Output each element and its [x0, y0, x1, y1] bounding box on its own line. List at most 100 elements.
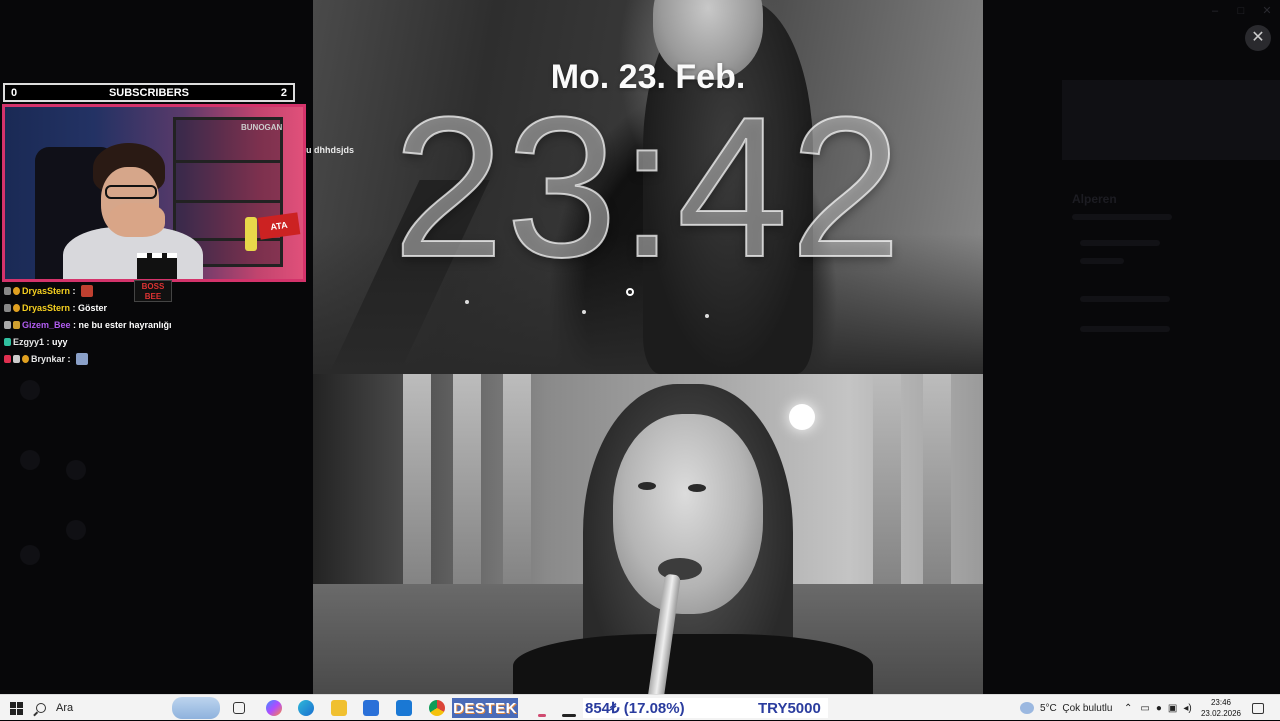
windows-logo-icon — [9, 701, 23, 715]
price-change: 854₺ (17.08%) — [585, 699, 685, 717]
dimmed-profile-name: Alperen — [1072, 192, 1117, 206]
photo-eye — [688, 484, 706, 492]
network-icon[interactable]: ▣ — [1168, 703, 1177, 714]
store-icon[interactable] — [363, 695, 379, 721]
dimmed-line — [1080, 296, 1170, 302]
emote-icon — [81, 285, 93, 297]
volume-icon[interactable]: ◂) — [1183, 703, 1191, 714]
price-target: TRY5000 — [758, 700, 821, 717]
dot-indicator — [705, 314, 709, 318]
maximize-icon[interactable]: □ — [1228, 0, 1254, 22]
streamer-glasses — [105, 185, 157, 199]
chat-text: uyy — [52, 337, 68, 347]
subscriber-goal-end: 2 — [281, 87, 287, 99]
badge-icon — [13, 287, 20, 295]
chat-username: DryasStern — [22, 303, 70, 313]
dimmed-avatar — [20, 450, 40, 470]
chat-separator: : — [44, 337, 52, 347]
chat-username: DryasStern — [22, 286, 70, 296]
copilot-icon[interactable] — [266, 695, 282, 721]
dimmed-avatar — [66, 460, 86, 480]
emote-icon — [76, 353, 88, 365]
badge-icon — [22, 355, 29, 363]
subscriber-goal-label: SUBSCRIBERS — [109, 87, 189, 99]
window-controls: – □ ✕ — [1202, 0, 1280, 22]
weather-temp: 5°C — [1040, 703, 1057, 714]
search-highlight-image[interactable] — [172, 695, 222, 721]
file-explorer-icon[interactable] — [331, 695, 347, 721]
badge-icon — [4, 355, 11, 363]
dimmed-avatar — [20, 545, 40, 565]
taskbar-clock[interactable]: 23:46 23.02.2026 — [1200, 695, 1242, 721]
badge-icon — [13, 304, 20, 312]
streamer-hands — [109, 203, 165, 237]
dimmed-avatar — [20, 380, 40, 400]
subscriber-goal-bar: 0 SUBSCRIBERS 2 — [3, 83, 295, 102]
dot-indicator — [465, 300, 469, 304]
battery-icon[interactable]: ▭ — [1140, 703, 1149, 714]
photo-eye — [638, 482, 656, 490]
minimize-icon[interactable]: – — [1202, 0, 1228, 22]
outlook-icon[interactable] — [396, 695, 412, 721]
task-view-icon[interactable] — [233, 695, 245, 721]
chat-username: Gizem_Bee — [22, 320, 71, 330]
red-app-icon[interactable] — [538, 695, 546, 721]
dimmed-line — [1080, 258, 1124, 264]
webcam-overlay: BUNOGAN ATA — [2, 104, 306, 282]
chat-separator: : — [70, 303, 78, 313]
close-button[interactable]: ✕ — [1245, 25, 1271, 51]
weather-desc: Çok bulutlu — [1062, 703, 1112, 714]
lockscreen-photo-bottom — [313, 374, 983, 694]
chat-message: DryasStern : Göster — [4, 299, 304, 316]
chat-username: Brynkar — [31, 354, 65, 364]
chat-text: ne bu ester hayranlığı — [79, 320, 172, 330]
badge-icon — [4, 321, 11, 329]
chat-message: Ezgyy1 : uyy — [4, 333, 304, 350]
badge-icon — [13, 321, 20, 329]
clapperboard-icon — [137, 253, 177, 279]
badge-icon — [4, 287, 11, 295]
search-icon — [36, 703, 46, 713]
subscriber-goal-start: 0 — [11, 87, 17, 99]
chat-message: Brynkar : — [4, 350, 304, 367]
photo-body — [513, 634, 873, 694]
system-tray: ⌃ ▭ ● ▣ ◂) — [1124, 695, 1192, 721]
arcade-column — [403, 374, 431, 604]
chat-separator: : — [71, 320, 79, 330]
taskbar-date: 23.02.2026 — [1201, 708, 1241, 719]
notification-icon[interactable] — [1252, 695, 1266, 721]
arcade-column — [453, 374, 481, 604]
badge-icon — [4, 304, 11, 312]
dimmed-line — [1080, 326, 1170, 332]
edge-icon[interactable] — [298, 695, 314, 721]
start-button[interactable] — [9, 695, 23, 721]
badge-icon — [13, 355, 20, 363]
chat-text: Göster — [78, 303, 107, 313]
search-label: Ara — [56, 702, 73, 714]
chevron-up-icon[interactable]: ⌃ — [1124, 703, 1132, 714]
arcade-column — [873, 374, 901, 604]
dot-indicator — [582, 310, 586, 314]
ata-sign: ATA — [258, 212, 301, 239]
dimmed-avatar — [66, 520, 86, 540]
taskbar-search[interactable]: Ara — [36, 695, 166, 721]
arcade-column — [503, 374, 531, 604]
chat-overlay: DryasStern : DryasStern : Göster Gizem_B… — [4, 282, 304, 367]
dark-app-icon[interactable] — [562, 695, 576, 721]
chat-message: DryasStern : — [4, 282, 304, 299]
window-close-icon[interactable]: ✕ — [1254, 0, 1280, 22]
cloud-icon — [1020, 702, 1034, 714]
weather-widget[interactable]: 5°C Çok bulutlu — [1020, 695, 1112, 721]
chat-message: Gizem_Bee : ne bu ester hayranlığı — [4, 316, 304, 333]
mouse-cursor-icon — [626, 288, 634, 296]
chat-username: Ezgyy1 — [13, 337, 44, 347]
arcade-column — [923, 374, 951, 604]
price-widget[interactable]: 854₺ (17.08%) TRY5000 — [583, 698, 828, 718]
destek-widget[interactable]: DESTEK — [452, 698, 518, 718]
lockscreen-time: 23:42 — [313, 88, 983, 288]
dimmed-profile-card — [1062, 80, 1280, 160]
shelf-row — [176, 160, 280, 163]
microphone-icon[interactable]: ● — [1156, 703, 1162, 714]
chrome-icon[interactable] — [429, 695, 445, 721]
chat-separator: : — [65, 354, 73, 364]
